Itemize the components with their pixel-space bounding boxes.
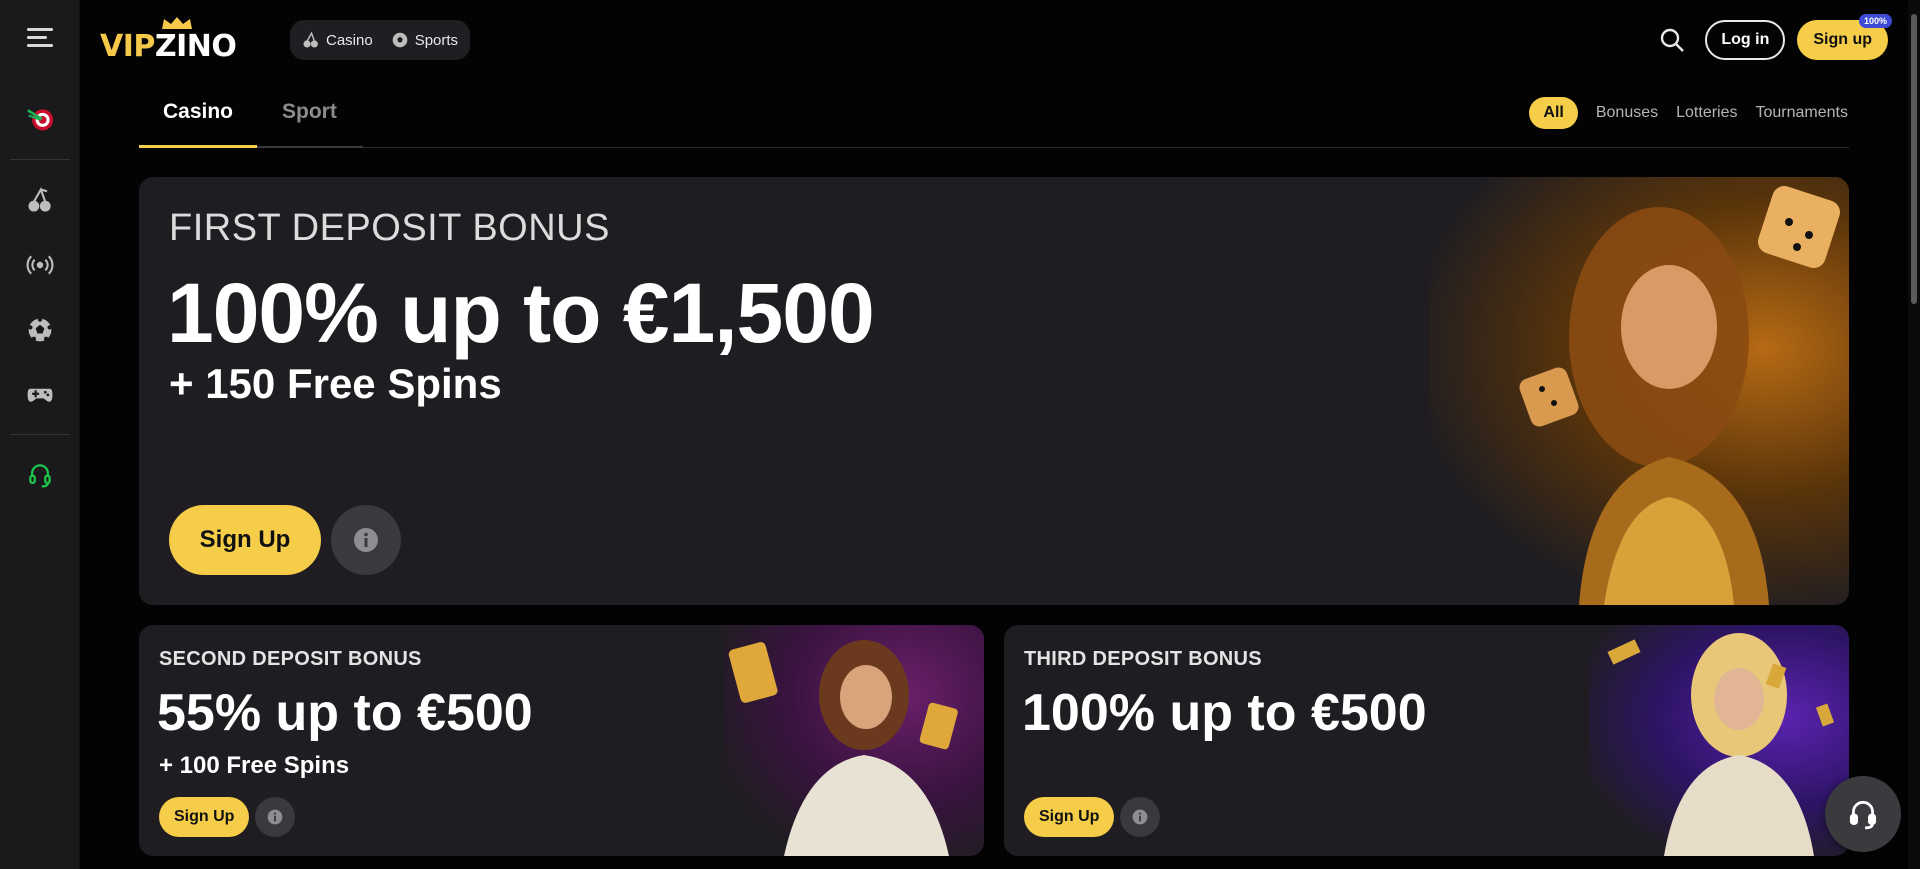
hero-headline: 100% up to €1,500 [167,266,875,360]
logo-text-vip: VIP [100,29,155,64]
header-actions: Log in Sign up 100% [1657,14,1892,60]
signup-button-label: Sign up [1813,31,1872,48]
info-icon[interactable] [255,797,295,837]
soccer-ball-icon[interactable] [24,314,56,346]
card-headline: 100% up to €500 [1022,684,1427,742]
info-icon[interactable] [331,505,401,575]
filter-all[interactable]: All [1529,97,1578,129]
search-icon[interactable] [1657,25,1687,55]
logo-text-zino: ZINO [154,29,237,64]
promo-filters: All Bonuses Lotteries Tournaments [1529,97,1848,129]
card-signup-button[interactable]: Sign Up [1024,797,1115,837]
rail-divider [10,159,70,160]
card-signup-button[interactable]: Sign Up [159,797,250,837]
first-deposit-banner: FIRST DEPOSIT BONUS 100% up to €1,500 + … [139,177,1849,605]
card-headline: 55% up to €500 [157,684,533,742]
bonus-badge: 100% [1858,14,1892,28]
login-button[interactable]: Log in [1705,20,1786,60]
headset-icon[interactable] [24,459,56,491]
hero-eyebrow: FIRST DEPOSIT BONUS [169,207,610,249]
top-nav: Casino Sports [290,20,471,60]
card-illustration [1607,633,1835,856]
card-eyebrow: SECOND DEPOSIT BONUS [159,648,422,670]
third-deposit-card: THIRD DEPOSIT BONUS 100% up to €500 Sign… [1004,625,1849,856]
hero-illustration [1519,186,1840,605]
hero-signup-button[interactable]: Sign Up [169,505,321,575]
cherry-icon[interactable] [24,184,56,216]
tab-sport[interactable]: Sport [282,100,337,124]
target-darts-icon[interactable] [24,103,56,135]
site-logo[interactable]: VIP ZINO [100,17,237,64]
topnav-sports-label: Sports [414,31,459,49]
soccer-ball-icon [392,32,408,48]
info-icon[interactable] [1120,797,1160,837]
left-sidebar [0,0,80,869]
topnav-casino[interactable]: Casino [302,31,373,49]
gamepad-icon[interactable] [24,378,56,410]
hero-subline: + 150 Free Spins [169,360,502,407]
crown-icon [162,17,192,29]
headset-icon [1849,800,1877,830]
menu-icon[interactable] [27,28,53,48]
topnav-sports[interactable]: Sports [391,31,458,49]
scrollbar-thumb[interactable] [1911,14,1917,304]
tab-casino[interactable]: Casino [163,100,233,124]
active-tab-indicator [139,145,257,148]
rail-divider [10,434,70,435]
live-broadcast-icon[interactable] [24,249,56,281]
card-eyebrow: THIRD DEPOSIT BONUS [1024,648,1262,670]
filter-bonuses[interactable]: Bonuses [1596,98,1658,128]
filter-lotteries[interactable]: Lotteries [1676,98,1737,128]
second-deposit-card: SECOND DEPOSIT BONUS 55% up to €500 + 10… [139,625,984,856]
card-subline: + 100 Free Spins [159,752,350,779]
cherry-icon [303,31,318,48]
page-scrollbar[interactable] [1908,0,1920,869]
tab-track [257,146,363,148]
signup-button[interactable]: Sign up 100% [1797,14,1892,60]
topnav-casino-label: Casino [326,31,373,49]
card-illustration [728,640,958,856]
filter-tournaments[interactable]: Tournaments [1756,98,1849,128]
support-chat-button[interactable] [1825,776,1901,852]
